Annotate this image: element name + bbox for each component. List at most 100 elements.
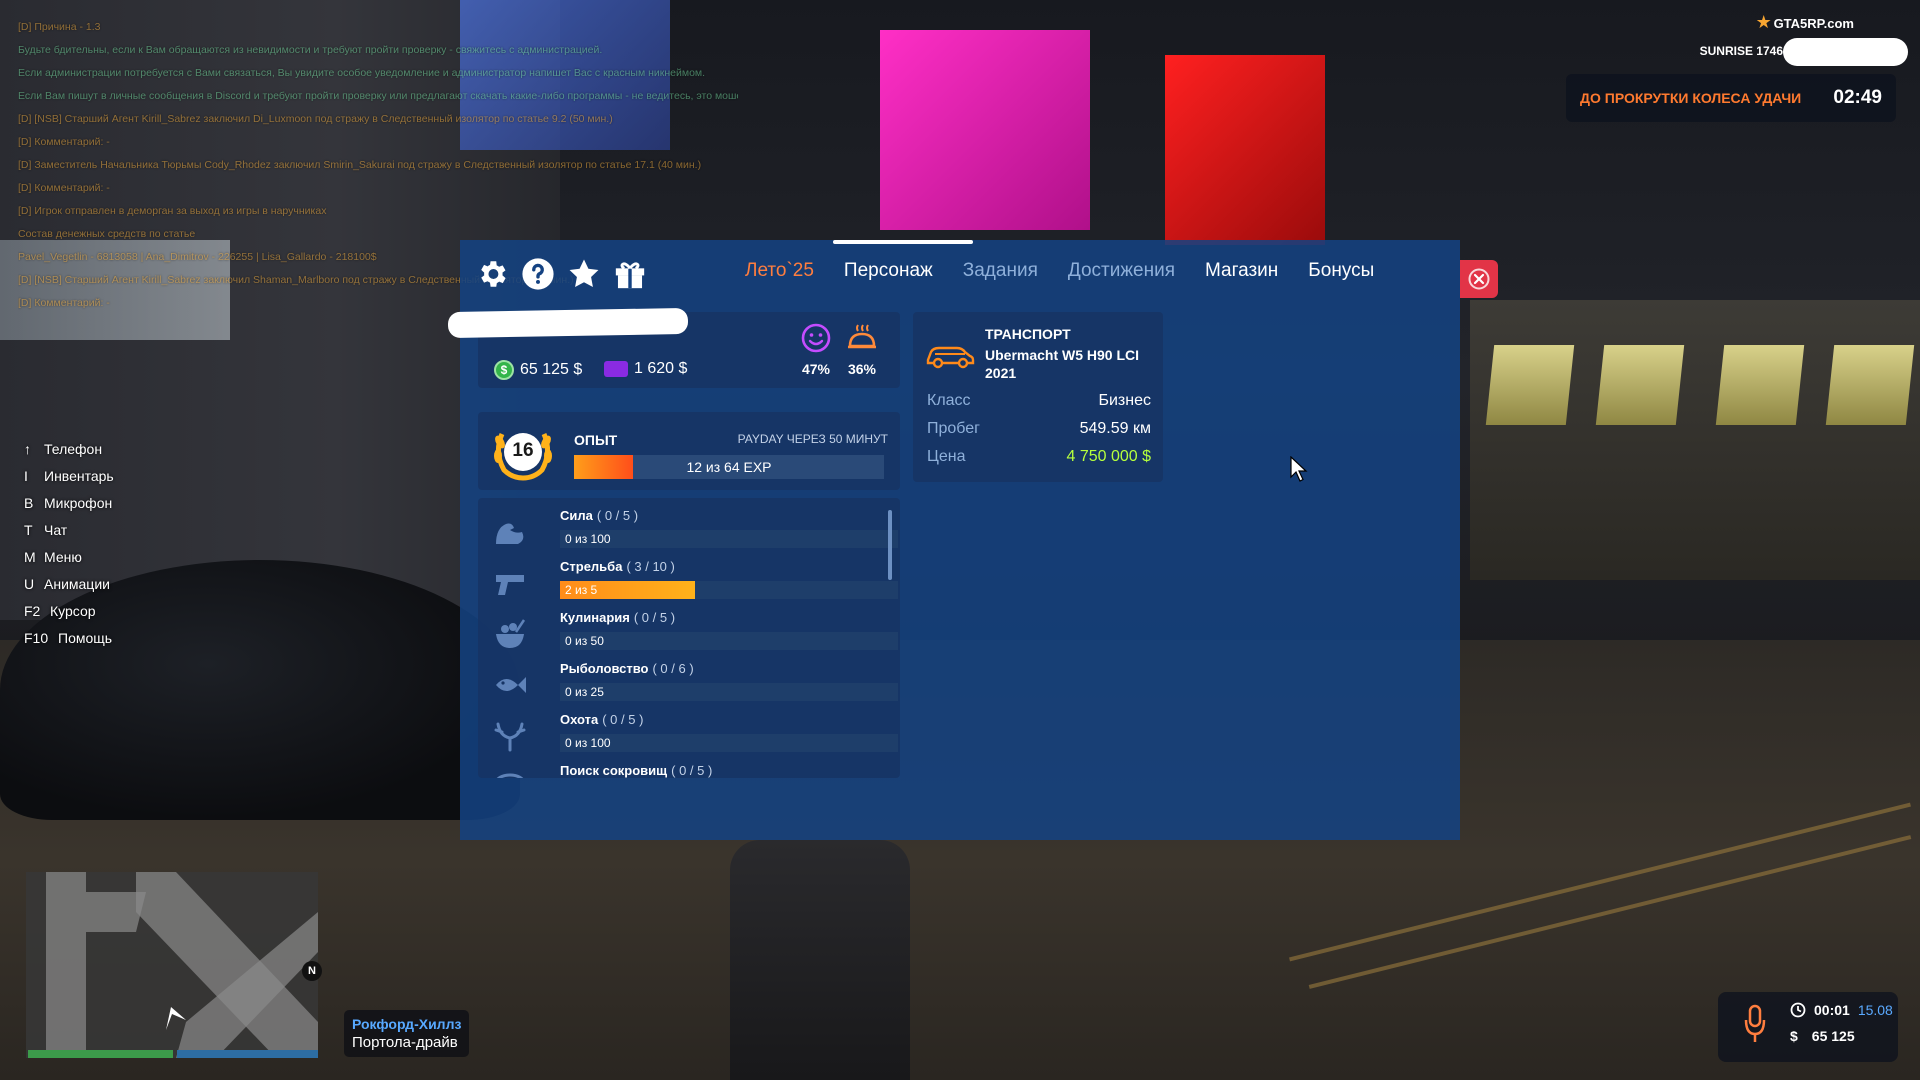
health-bar: [28, 1050, 173, 1058]
location-street: Портола-драйв: [352, 1034, 458, 1051]
clock-icon: [1790, 1002, 1806, 1018]
dollar-icon: $: [1790, 1028, 1798, 1044]
skill-title: Стрельба: [560, 559, 623, 574]
experience-bar: 12 из 64 EXP: [574, 455, 884, 479]
hotkey-label: Чат: [44, 522, 68, 538]
minimap: [26, 872, 318, 1058]
experience-card: 16 ОПЫТ PAYDAY ЧЕРЕЗ 50 МИНУТ 12 из 64 E…: [478, 412, 900, 490]
wheel-label: ДО ПРОКРУТКИ КОЛЕСА УДАЧИ: [1580, 90, 1802, 106]
tab-summer-25[interactable]: Лето`25: [745, 260, 814, 282]
microphone-icon: [1744, 1004, 1766, 1042]
mood-stat: 47%: [800, 322, 832, 377]
transport-price-row: Цена 4 750 000 $: [927, 448, 1151, 466]
fish-icon: [496, 677, 526, 693]
hotkey-row: F2 Курсор: [24, 598, 114, 625]
mood-value: 47%: [801, 361, 831, 377]
clock-time: 00:01: [1814, 1002, 1850, 1018]
tab-quests[interactable]: Задания: [963, 260, 1038, 282]
skill-title: Рыболовство: [560, 661, 649, 676]
clock-row: 00:01 15.08: [1790, 1002, 1893, 1018]
hotkey-label: Инвентарь: [44, 468, 114, 484]
transport-mileage-row: Пробег 549.59 км: [927, 420, 1151, 438]
level-number: 16: [512, 440, 534, 461]
skill-name: Поиск сокровищ( 0 / 5 ): [560, 763, 712, 778]
skill-title: Сила: [560, 508, 593, 523]
location-district: Рокфорд-Хиллз: [352, 1016, 462, 1032]
chat-line: [D] Комментарий: -: [18, 182, 110, 194]
transport-label: ТРАНСПОРТ: [985, 326, 1071, 342]
skill-bar: 0 из 100: [560, 734, 898, 752]
status-box: 00:01 15.08 $ 65 125: [1718, 992, 1898, 1062]
neon-window: [880, 30, 1090, 230]
skill-progress-text: 0 из 25: [565, 685, 604, 699]
hotkey-key: F10: [24, 630, 49, 646]
skill-title: Кулинария: [560, 610, 630, 625]
experience-text: 12 из 64 EXP: [686, 459, 772, 475]
clock-date: 15.08: [1857, 1002, 1893, 1018]
chat-line: Если администрации потребуется с Вами св…: [18, 67, 706, 79]
skill-name: Рыболовство( 0 / 6 ): [560, 661, 694, 676]
cash-value: 65 125 $: [520, 361, 583, 378]
skills-list[interactable]: Сила( 0 / 5 ) 0 из 100 Стрельба( 3 / 10 …: [478, 498, 900, 778]
skill-bar: 0 из 100: [560, 530, 898, 548]
skill-bar: 0 из 50: [560, 632, 898, 650]
hotkey-row: B Микрофон: [24, 490, 114, 517]
hotkey-key: B: [24, 495, 34, 511]
close-button[interactable]: [1460, 260, 1498, 298]
hotkey-row: T Чат: [24, 517, 114, 544]
skill-name: Стрельба( 3 / 10 ): [560, 559, 675, 574]
skills-scrollbar[interactable]: [888, 510, 892, 580]
skill-item: Сила( 0 / 5 ) 0 из 100: [478, 506, 898, 556]
tab-bonuses[interactable]: Бонусы: [1308, 260, 1374, 282]
experience-title: ОПЫТ: [574, 432, 618, 448]
hotkey-label: Меню: [44, 549, 82, 565]
server-name: SUNRISE 1746: [1699, 44, 1783, 58]
tab-achievements[interactable]: Достижения: [1068, 260, 1175, 282]
transport-card: ТРАНСПОРТ Ubermacht W5 H90 LCI 2021 Клас…: [913, 312, 1163, 482]
skill-item: Рыболовство( 0 / 6 ) 0 из 25: [478, 659, 898, 709]
food-plate-icon: [848, 324, 876, 349]
transport-model: Ubermacht W5 H90 LCI 2021: [985, 347, 1140, 381]
help-button[interactable]: [520, 256, 556, 292]
gift-button[interactable]: [612, 256, 648, 292]
hotkey-row: M Меню: [24, 544, 114, 571]
skill-bar: 2 из 5: [560, 581, 898, 599]
hotkey-key: F2: [24, 603, 41, 619]
menu-tabs: Лето`25 Персонаж Задания Достижения Мага…: [745, 260, 1374, 282]
north-indicator: N: [302, 961, 322, 981]
dollar-coin-icon: $: [494, 360, 514, 380]
fortune-wheel-timer: ДО ПРОКРУТКИ КОЛЕСА УДАЧИ 02:49: [1566, 74, 1896, 122]
neon-window: [1165, 55, 1325, 245]
hotkey-label: Телефон: [44, 441, 103, 457]
bank-value: 1 620 $: [634, 360, 688, 377]
hunger-stat: 36%: [846, 322, 878, 377]
row-value: Бизнес: [1098, 392, 1151, 409]
row-value: 549.59 км: [1079, 420, 1151, 437]
skill-level: ( 0 / 5 ): [671, 763, 713, 778]
skill-progress-text: 2 из 5: [565, 583, 598, 597]
favorites-button[interactable]: [566, 256, 602, 292]
awning: [1825, 345, 1915, 425]
awning: [1485, 345, 1575, 425]
arm-icon: [496, 523, 524, 544]
tab-shop[interactable]: Магазин: [1205, 260, 1278, 282]
hotkey-key: I: [24, 468, 28, 484]
hotkey-label: Помощь: [58, 630, 113, 646]
active-tab-indicator: [833, 240, 973, 244]
server-logo-text: GTA5RP.com: [1773, 16, 1854, 31]
cash-row: $ 65 125: [1790, 1028, 1855, 1044]
bowl-icon: [496, 619, 526, 648]
car-icon: [926, 346, 975, 369]
chat-line: Будьте бдительны, если к Вам обращаются …: [18, 44, 603, 56]
star-icon: [569, 259, 599, 288]
tab-character[interactable]: Персонаж: [844, 260, 933, 282]
bank-balance: 1 620 $: [604, 360, 687, 378]
skill-level: ( 0 / 5 ): [633, 610, 676, 625]
hotkey-key: M: [24, 549, 36, 565]
hotkey-key: T: [24, 522, 33, 538]
redacted-player-name: [447, 307, 689, 339]
profile-card: $ 65 125 $ 1 620 $ 47% 36%: [447, 307, 900, 388]
settings-button[interactable]: [474, 256, 510, 292]
hotkey-key: U: [24, 576, 35, 592]
awning: [1715, 345, 1805, 425]
